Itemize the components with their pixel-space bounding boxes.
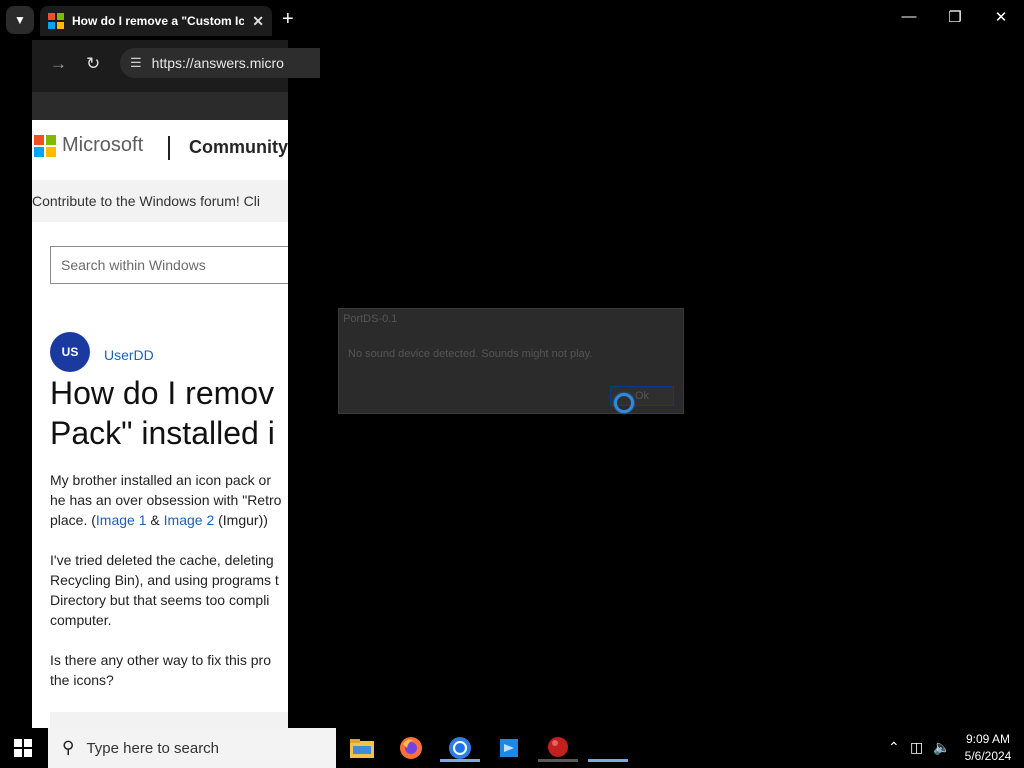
network-icon[interactable]: ◫ bbox=[910, 739, 923, 756]
volume-muted-icon[interactable]: 🔈 bbox=[933, 739, 950, 756]
contribute-banner[interactable]: Contribute to the Windows forum! Cli bbox=[32, 180, 288, 222]
header-divider bbox=[168, 136, 170, 160]
para3-line2: the icons? bbox=[50, 672, 114, 688]
para1-line3-post: (Imgur)) bbox=[214, 512, 268, 528]
running-indicator bbox=[588, 759, 628, 762]
address-bar[interactable]: ☰ https://answers.micro bbox=[120, 48, 320, 78]
clock-time: 9:09 AM bbox=[965, 732, 1011, 746]
para2-line2: Recycling Bin), and using programs t bbox=[50, 572, 279, 588]
site-info-icon[interactable]: ☰ bbox=[130, 55, 142, 71]
tab-title: How do I remove a "Custom Ic bbox=[72, 14, 245, 28]
username-link[interactable]: UserDD bbox=[104, 347, 154, 363]
dialog-title: PortDS-0.1 bbox=[343, 313, 398, 325]
answer-box bbox=[50, 712, 288, 728]
tab-active[interactable]: How do I remove a "Custom Ic ✕ bbox=[40, 6, 272, 36]
question-title: How do I remov Pack" installed i bbox=[50, 373, 288, 453]
running-indicator bbox=[538, 759, 578, 762]
microsoft-favicon-icon bbox=[48, 13, 64, 29]
para3-line1: Is there any other way to fix this pro bbox=[50, 652, 271, 668]
minimize-icon[interactable]: — bbox=[894, 8, 924, 25]
taskbar-search[interactable]: ⚲ Type here to search bbox=[48, 728, 336, 768]
tab-close-icon[interactable]: ✕ bbox=[252, 13, 264, 30]
site-header: Microsoft Community bbox=[32, 120, 288, 178]
browser-titlebar: ▼ How do I remove a "Custom Ic ✕ + — ❐ ✕ bbox=[0, 0, 1024, 40]
para1-line1: My brother installed an icon pack or bbox=[50, 472, 271, 488]
close-icon[interactable]: ✕ bbox=[986, 8, 1016, 26]
dialog-message: No sound device detected. Sounds might n… bbox=[348, 348, 593, 360]
question-title-line-2: Pack" installed i bbox=[50, 415, 275, 451]
image-1-link[interactable]: Image 1 bbox=[96, 512, 147, 528]
web-page: Microsoft Community Contribute to the Wi… bbox=[32, 120, 288, 728]
taskbar-search-placeholder: Type here to search bbox=[86, 739, 220, 757]
question-title-line-1: How do I remov bbox=[50, 375, 275, 411]
para1-line3-pre: place. ( bbox=[50, 512, 96, 528]
forward-icon[interactable]: → bbox=[50, 54, 67, 74]
reload-icon[interactable]: ↻ bbox=[86, 54, 100, 74]
microsoft-logo-icon[interactable] bbox=[34, 135, 56, 157]
para2-line3: Directory but that seems too compli bbox=[50, 592, 270, 608]
brand-name[interactable]: Microsoft bbox=[62, 134, 143, 157]
question-body: My brother installed an icon pack or he … bbox=[50, 470, 288, 710]
community-link[interactable]: Community bbox=[189, 137, 288, 158]
file-explorer-icon[interactable] bbox=[342, 734, 382, 762]
firefox-icon[interactable] bbox=[391, 734, 431, 762]
bookmarks-strip bbox=[32, 92, 288, 120]
running-indicator bbox=[440, 759, 480, 762]
search-input[interactable]: Search within Windows bbox=[50, 246, 288, 284]
red-ball-app-icon[interactable] bbox=[538, 734, 578, 762]
search-icon: ⚲ bbox=[62, 738, 75, 757]
new-tab-button[interactable]: + bbox=[282, 8, 294, 30]
loading-spinner-icon bbox=[614, 393, 634, 413]
tab-search-button[interactable]: ▼ bbox=[6, 6, 34, 34]
para2-line1: I've tried deleted the cache, deleting bbox=[50, 552, 274, 568]
address-text: https://answers.micro bbox=[151, 55, 284, 71]
chevron-down-icon: ▼ bbox=[14, 13, 26, 27]
para2-line4: computer. bbox=[50, 612, 112, 628]
restore-icon[interactable]: ❐ bbox=[940, 8, 970, 26]
taskbar: ⚲ Type here to search ⌃ ◫ 🔈 9:09 AM 5/6/… bbox=[0, 728, 1024, 768]
taskbar-app-slot[interactable] bbox=[588, 734, 628, 762]
para1-line2: he has an over obsession with "Retro bbox=[50, 492, 282, 508]
system-clock[interactable]: 9:09 AM 5/6/2024 bbox=[962, 731, 1014, 765]
chrome-icon[interactable] bbox=[440, 734, 480, 762]
ampersand: & bbox=[146, 512, 164, 528]
clock-date: 5/6/2024 bbox=[964, 749, 1012, 763]
image-2-link[interactable]: Image 2 bbox=[164, 512, 215, 528]
show-hidden-icons-icon[interactable]: ⌃ bbox=[888, 739, 900, 756]
windows-start-icon[interactable] bbox=[14, 739, 32, 757]
vscode-icon[interactable] bbox=[489, 734, 529, 762]
browser-toolbar: → ↻ ☰ https://answers.micro bbox=[32, 40, 320, 92]
avatar[interactable]: US bbox=[50, 332, 90, 372]
